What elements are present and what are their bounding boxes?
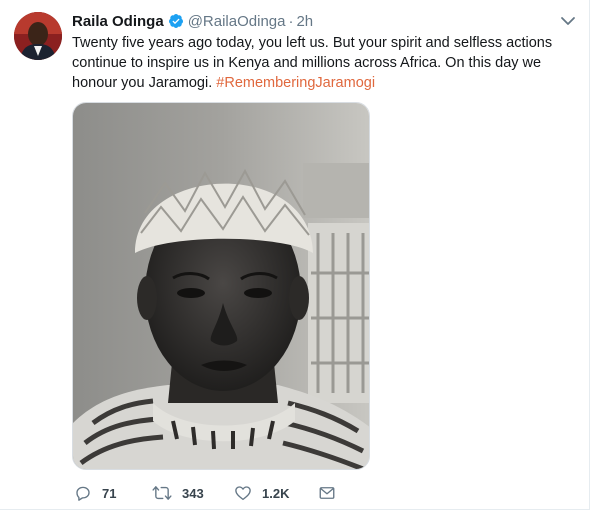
reply-button[interactable]: 71 bbox=[74, 484, 152, 502]
retweet-icon bbox=[152, 484, 172, 502]
retweet-count: 343 bbox=[182, 485, 204, 501]
verified-badge-icon bbox=[168, 13, 184, 29]
tweet-text: Twenty five years ago today, you left us… bbox=[72, 33, 572, 93]
portrait-photo bbox=[73, 103, 369, 469]
separator-dot: · bbox=[288, 12, 294, 30]
like-count: 1.2K bbox=[262, 485, 290, 501]
direct-message-button[interactable] bbox=[318, 484, 336, 502]
avatar-image bbox=[14, 12, 62, 60]
tweet-header: Raila Odinga @RailaOdinga · 2h bbox=[72, 11, 313, 31]
author-name[interactable]: Raila Odinga bbox=[72, 13, 164, 30]
reply-count: 71 bbox=[102, 485, 117, 501]
tweet-photo[interactable] bbox=[72, 102, 370, 470]
hashtag-link[interactable]: #RememberingJaramogi bbox=[216, 75, 375, 91]
author-handle[interactable]: @RailaOdinga bbox=[188, 13, 286, 30]
reply-icon bbox=[74, 484, 92, 502]
retweet-button[interactable]: 343 bbox=[152, 484, 234, 502]
like-button[interactable]: 1.2K bbox=[234, 484, 318, 502]
tweet-timestamp[interactable]: 2h bbox=[296, 13, 313, 30]
tweet-actions: 71 343 1.2K bbox=[74, 483, 336, 503]
envelope-icon bbox=[318, 484, 336, 502]
author-avatar[interactable] bbox=[14, 12, 62, 60]
heart-icon bbox=[234, 484, 252, 502]
tweet-card[interactable]: Raila Odinga @RailaOdinga · 2h Twenty fi… bbox=[0, 0, 590, 510]
chevron-down-icon[interactable] bbox=[559, 14, 577, 28]
